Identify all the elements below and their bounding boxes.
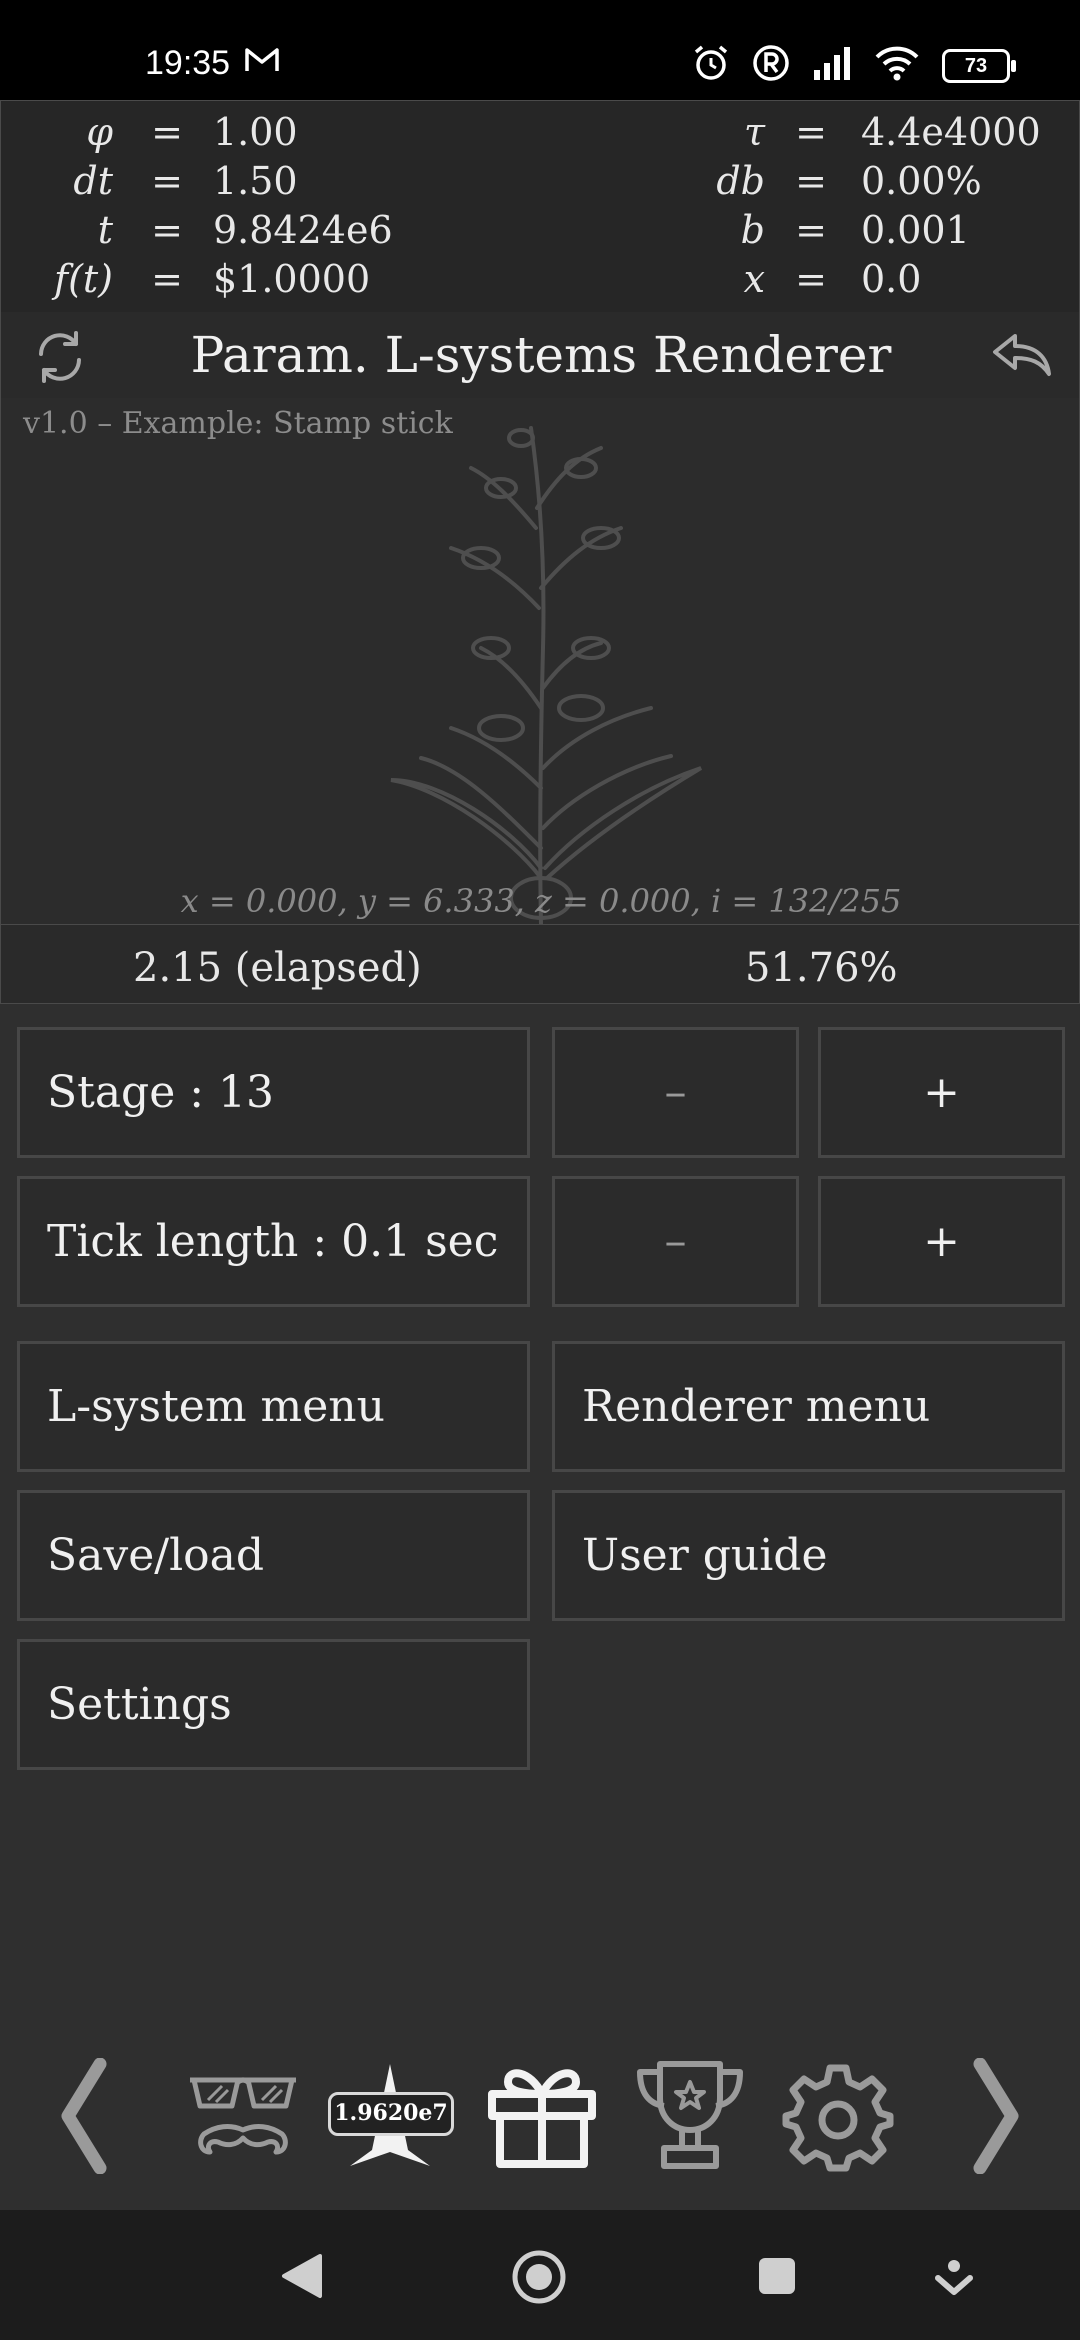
back-triangle-icon[interactable] (280, 2252, 324, 2304)
star-count-badge: 1.9620e7 (328, 2092, 454, 2136)
gear-icon[interactable] (782, 2062, 894, 2178)
renderer-menu-label: Renderer menu (582, 1381, 931, 1432)
gmail-icon (244, 46, 280, 79)
var-name: b (740, 208, 765, 252)
recents-square-icon[interactable] (757, 2256, 797, 2300)
var-name: φ (86, 110, 113, 154)
save-load-button[interactable]: Save/load (17, 1490, 530, 1621)
gift-icon[interactable] (486, 2064, 598, 2172)
var-equals: = (795, 110, 827, 154)
bottom-navigation (0, 2040, 1080, 2210)
var-name: x (743, 257, 765, 301)
progress-percent: 51.76% (745, 945, 898, 991)
stage-increment-button[interactable]: + (818, 1027, 1065, 1158)
var-value: $1.0000 (213, 257, 371, 301)
var-equals: = (151, 159, 183, 203)
home-circle-icon[interactable] (510, 2248, 568, 2310)
render-canvas[interactable]: v1.0 – Example: Stamp stick x = 0.000, y… (0, 398, 1080, 926)
disguise-glasses-mustache-icon[interactable] (186, 2068, 300, 2168)
settings-label: Settings (47, 1679, 232, 1730)
title-bar: Param. L-systems Renderer (0, 312, 1080, 399)
var-name: dt (73, 159, 113, 203)
wifi-icon (874, 45, 920, 86)
page-title: Param. L-systems Renderer (190, 326, 892, 384)
plus-label: + (923, 1067, 960, 1118)
tick-length-label: Tick length : 0.1 sec (47, 1216, 499, 1267)
variables-panel: φ = 1.00 dt = 1.50 t = 9.8424e6 f(t) = $… (0, 100, 1080, 314)
var-name: t (97, 208, 113, 252)
alarm-icon (692, 44, 730, 87)
var-name: τ (743, 110, 765, 154)
tick-length-display: Tick length : 0.1 sec (17, 1176, 530, 1307)
progress-row: 2.15 (elapsed) 51.76% (0, 924, 1080, 1004)
user-guide-label: User guide (582, 1530, 828, 1581)
renderer-menu-button[interactable]: Renderer menu (552, 1341, 1065, 1472)
battery-indicator: 73 (942, 48, 1016, 83)
minus-label: – (664, 1216, 687, 1267)
cursor-coordinates: x = 0.000, y = 6.333, z = 0.000, i = 132… (180, 882, 902, 920)
system-navigation-bar (0, 2210, 1080, 2340)
user-guide-button[interactable]: User guide (552, 1490, 1065, 1621)
var-value: 1.00 (213, 110, 298, 154)
var-equals: = (151, 208, 183, 252)
chevron-left-icon[interactable] (58, 2057, 108, 2178)
var-equals: = (795, 159, 827, 203)
var-equals: = (795, 208, 827, 252)
var-value: 1.50 (213, 159, 298, 203)
var-equals: = (151, 257, 183, 301)
lsystem-menu-label: L-system menu (47, 1381, 385, 1432)
lsystem-menu-button[interactable]: L-system menu (17, 1341, 530, 1472)
stage-decrement-button[interactable]: – (552, 1027, 799, 1158)
keyboard-hide-icon[interactable] (934, 2258, 974, 2302)
minus-label: – (664, 1067, 687, 1118)
save-load-label: Save/load (47, 1530, 265, 1581)
var-equals: = (795, 257, 827, 301)
settings-button[interactable]: Settings (17, 1639, 530, 1770)
elapsed-time: 2.15 (elapsed) (133, 945, 422, 991)
stage-label: Stage : 13 (47, 1067, 275, 1118)
stage-display: Stage : 13 (17, 1027, 530, 1158)
var-value: 0.0 (861, 257, 922, 301)
var-value: 4.4e4000 (861, 110, 1041, 154)
plus-label: + (923, 1216, 960, 1267)
signal-icon (812, 46, 852, 85)
var-name: db (716, 159, 765, 203)
tick-increment-button[interactable]: + (818, 1176, 1065, 1307)
plant-render-image (381, 408, 721, 928)
trophy-icon[interactable] (634, 2058, 746, 2176)
undo-arrow-icon[interactable] (989, 330, 1053, 384)
status-time: 19:35 (145, 44, 231, 82)
var-value: 0.001 (861, 208, 970, 252)
var-equals: = (151, 110, 183, 154)
tick-decrement-button[interactable]: – (552, 1176, 799, 1307)
chevron-right-icon[interactable] (972, 2057, 1022, 2178)
var-name: f(t) (54, 257, 113, 301)
var-value: 0.00% (861, 159, 982, 203)
var-value: 9.8424e6 (213, 208, 393, 252)
registered-icon (752, 44, 790, 87)
status-bar: 19:35 73 (0, 0, 1080, 100)
